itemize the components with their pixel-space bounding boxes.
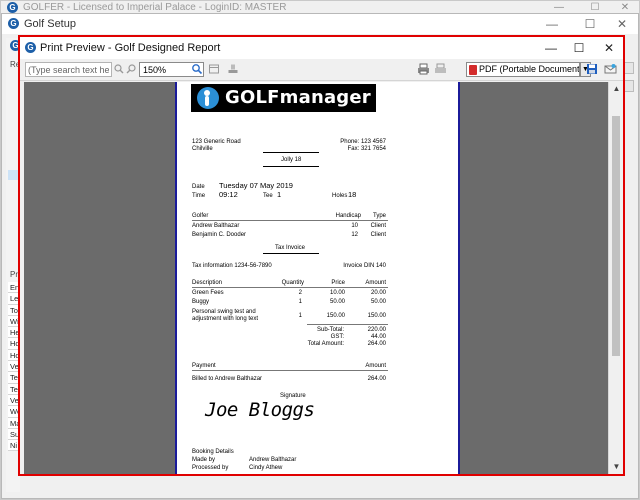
- tee-label: Tee: [263, 193, 273, 199]
- setup-close-button[interactable]: ✕: [610, 14, 634, 34]
- payment-value: 264.00: [367, 376, 386, 382]
- payment-amount-label: Amount: [365, 363, 386, 369]
- holes-value: 18: [348, 190, 357, 199]
- setup-maximize-button[interactable]: ☐: [578, 14, 602, 34]
- time-value: 09:12: [219, 190, 238, 199]
- search-icon[interactable]: [190, 63, 204, 77]
- quantity-column-header: Quantity: [281, 280, 304, 286]
- time-label: Time: [192, 193, 206, 199]
- tax-information: Tax information 1234-56-7890: [192, 263, 272, 269]
- export-format-label: PDF (Portable Document Format): [479, 64, 580, 74]
- invoice-number: Invoice DIN 140: [343, 263, 386, 269]
- tee-value: 1: [277, 190, 282, 199]
- brand-name: GOLFmanager: [225, 87, 371, 108]
- golfer-type: Client: [370, 232, 386, 238]
- heading-top-rule: [263, 152, 319, 153]
- preview-vertical-scrollbar[interactable]: ▲ ▼: [608, 82, 623, 474]
- item-quantity: 1: [298, 299, 302, 305]
- tax-invoice-title: Tax Invoice: [275, 245, 306, 251]
- setup-partial-label-pr: Pr: [10, 270, 18, 279]
- signature: Joe Bloggs: [205, 399, 315, 421]
- tax-invoice-rule: [263, 253, 319, 254]
- amount-column-header: Amount: [365, 280, 386, 286]
- golfer-type: Client: [370, 223, 386, 229]
- export-format-select[interactable]: PDF (Portable Document Format): [466, 62, 580, 77]
- stamp-icon[interactable]: [226, 63, 240, 77]
- email-icon[interactable]: [603, 63, 617, 77]
- setup-window-title: Golf Setup: [24, 18, 76, 30]
- golfer-app-icon: G: [7, 2, 18, 13]
- print-icon-secondary[interactable]: [433, 63, 447, 77]
- total-amount-label: Total Amount:: [307, 341, 344, 347]
- setup-minimize-button[interactable]: —: [540, 14, 564, 34]
- preview-app-icon: G: [25, 42, 36, 53]
- preview-toolbar: PDF (Portable Document Format) ▼: [20, 59, 623, 81]
- items-header-rule: [192, 287, 388, 288]
- processed-by-label: Processed by: [192, 465, 229, 471]
- processed-by-value: Cindy Athew: [249, 465, 283, 471]
- item-description: Personal swing test and adjustment with …: [192, 309, 259, 322]
- item-amount: 150.00: [367, 313, 386, 319]
- date-label: Date: [192, 184, 205, 190]
- setup-titlebar: G Golf Setup — ☐ ✕: [2, 14, 638, 34]
- golfer-name: Andrew Balthazar: [192, 223, 240, 229]
- golfer-name: Benjamin C. Dooder: [192, 232, 247, 238]
- print-icon[interactable]: [416, 63, 430, 77]
- item-price: 150.00: [326, 313, 345, 319]
- print-preview-window: G Print Preview - Golf Designed Report —…: [18, 35, 625, 476]
- description-column-header: Description: [192, 280, 223, 286]
- preview-titlebar: G Print Preview - Golf Designed Report —…: [20, 37, 623, 59]
- scrollbar-thumb[interactable]: [612, 116, 620, 356]
- heading-bottom-rule: [263, 166, 319, 167]
- payment-line: Billed to Andrew Balthazar: [192, 376, 263, 382]
- golfer-column-header: Golfer: [192, 213, 209, 219]
- find-previous-icon[interactable]: [124, 63, 138, 77]
- made-by-value: Andrew Balthazar: [249, 457, 297, 463]
- holes-label: Holes: [332, 193, 348, 199]
- item-amount: 50.00: [370, 299, 386, 305]
- item-quantity: 2: [298, 290, 302, 296]
- handicap-column-header: Handicap: [335, 213, 361, 219]
- payment-label: Payment: [192, 363, 216, 369]
- address-line-2: Chilville: [192, 146, 213, 152]
- golfer-logo-icon: [197, 87, 219, 109]
- golfer-handicap: 12: [351, 232, 358, 238]
- scroll-down-arrow[interactable]: ▼: [609, 460, 624, 474]
- search-text-input[interactable]: [25, 62, 112, 77]
- type-column-header: Type: [372, 213, 386, 219]
- golfers-header-rule: [192, 220, 388, 221]
- page-setup-icon[interactable]: [207, 63, 221, 77]
- total-amount-value: 264.00: [367, 341, 386, 347]
- preview-canvas[interactable]: GOLFmanager 123 Generic Road Chilville P…: [24, 82, 608, 474]
- save-icon[interactable]: [585, 63, 599, 77]
- payment-header-rule: [192, 370, 388, 371]
- preview-maximize-button[interactable]: ☐: [564, 37, 594, 59]
- preview-window-title: Print Preview - Golf Designed Report: [40, 42, 221, 54]
- date-value: Tuesday 07 May 2019: [219, 181, 293, 190]
- setup-app-icon: G: [8, 18, 19, 29]
- scroll-up-arrow[interactable]: ▲: [609, 82, 624, 96]
- price-column-header: Price: [331, 280, 345, 286]
- item-quantity: 1: [298, 313, 302, 319]
- made-by-label: Made by: [192, 457, 216, 463]
- preview-minimize-button[interactable]: —: [536, 37, 566, 59]
- preview-close-button[interactable]: ✕: [594, 37, 624, 59]
- report-heading: Jolly 18: [281, 157, 302, 163]
- booking-details-label: Booking Details: [192, 449, 234, 455]
- fax-number: Fax: 321 7654: [347, 146, 386, 152]
- item-amount: 20.00: [370, 290, 386, 296]
- pdf-icon: [469, 65, 477, 75]
- item-price: 50.00: [329, 299, 345, 305]
- item-description: Buggy: [192, 299, 210, 305]
- golfer-handicap: 10: [351, 223, 358, 229]
- item-description: Green Fees: [192, 290, 224, 296]
- item-price: 10.00: [329, 290, 345, 296]
- totals-rule: [307, 324, 388, 325]
- brand-logo: GOLFmanager: [191, 84, 376, 112]
- report-page: GOLFmanager 123 Generic Road Chilville P…: [175, 82, 460, 474]
